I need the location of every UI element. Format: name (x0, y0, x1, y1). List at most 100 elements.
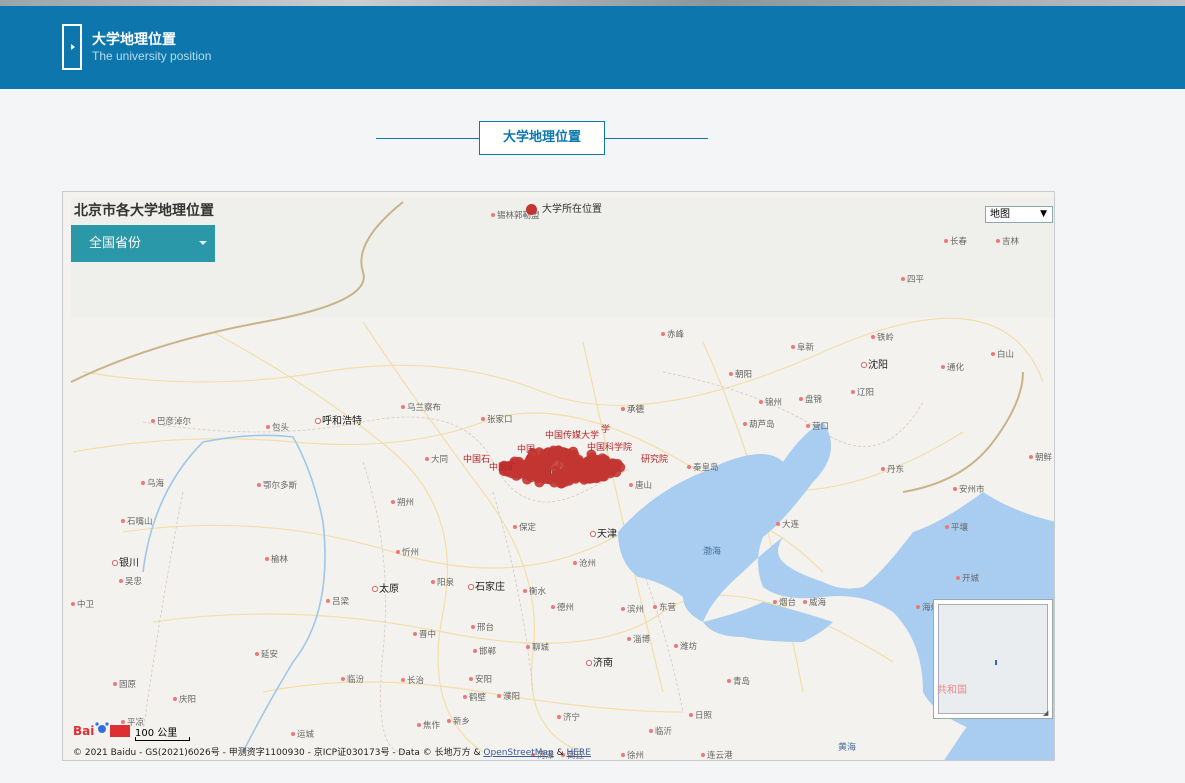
city-dot (901, 277, 905, 281)
city-label: 铁岭 (877, 332, 895, 343)
city-label: 丹东 (887, 464, 904, 475)
city-dot (674, 644, 678, 648)
city-label: 朝鲜 (1035, 452, 1053, 463)
city-label: 运城 (297, 730, 315, 740)
city-label: 临汾 (347, 674, 365, 685)
city-label: 平壤 (951, 522, 969, 533)
banner-subtitle: The university position (92, 49, 212, 63)
city-label: 连云港 (707, 750, 733, 761)
city-dot (991, 352, 995, 356)
city-label: 包头 (272, 422, 290, 433)
overview-map-view[interactable]: 共和国 (937, 604, 1048, 714)
overview-location-marker (995, 660, 997, 665)
university-marker[interactable] (534, 447, 545, 458)
dropdown-triangle-icon: ▼ (1040, 209, 1047, 219)
map-copyright: © 2021 Baidu - GS(2021)6026号 - 甲测资字11009… (73, 748, 591, 758)
city-label: 聊城 (532, 642, 550, 653)
university-marker[interactable] (560, 453, 571, 464)
university-marker[interactable] (583, 463, 594, 474)
university-marker[interactable] (530, 468, 541, 479)
city-label: 济南 (593, 656, 613, 669)
city-label: 潍坊 (680, 641, 698, 652)
huanghai-label: 黄海 (838, 741, 856, 753)
chevron-down-icon (199, 241, 207, 245)
legend-label: 大学所在位置 (542, 204, 602, 215)
city-dot (447, 719, 451, 723)
city-label: 大连 (782, 519, 800, 530)
city-dot (759, 400, 763, 404)
university-marker[interactable] (549, 447, 560, 458)
city-dot (341, 677, 345, 681)
city-dot (291, 732, 295, 736)
city-dot (627, 637, 631, 641)
city-dot (653, 605, 657, 609)
university-marker[interactable] (573, 454, 584, 465)
city-label: 秦皇岛 (693, 462, 719, 473)
university-marker[interactable] (532, 455, 542, 466)
city-dot (727, 679, 731, 683)
university-label: 中国 (517, 443, 535, 455)
city-dot (141, 481, 145, 485)
university-marker[interactable] (575, 471, 586, 482)
city-dot (121, 519, 125, 523)
city-label: 焦作 (423, 720, 441, 731)
city-dot (481, 417, 485, 421)
city-label: 晋中 (419, 629, 436, 640)
city-label: 日照 (695, 711, 713, 721)
city-dot (776, 522, 780, 526)
city-label: 太原 (379, 582, 399, 595)
city-dot (585, 659, 593, 667)
scale-bar (135, 737, 190, 741)
city-dot (799, 397, 803, 401)
city-label: 长春 (950, 236, 968, 247)
city-label: 鄂尔多斯 (263, 480, 298, 491)
city-dot (806, 424, 810, 428)
city-dot (551, 605, 555, 609)
city-label: 新乡 (453, 716, 470, 727)
city-dot (266, 425, 270, 429)
city-label: 开城 (962, 574, 980, 584)
map-title: 北京市各大学地理位置 (74, 203, 214, 219)
city-dot (497, 694, 501, 698)
map-type-select[interactable]: 地图 ▼ (985, 206, 1053, 223)
city-dot (431, 580, 435, 584)
city-dot (881, 467, 885, 471)
city-dot (729, 372, 733, 376)
city-label: 临沂 (655, 726, 673, 737)
city-label: 乌海 (147, 478, 165, 489)
city-dot (257, 483, 261, 487)
legend-dot-icon (526, 203, 537, 215)
university-marker[interactable] (540, 469, 551, 480)
here-link[interactable]: HERE (567, 748, 591, 758)
city-label: 保定 (519, 522, 537, 533)
overview-map[interactable]: 共和国 ◢ (933, 599, 1053, 719)
university-marker[interactable] (556, 473, 566, 484)
city-label: 青岛 (733, 676, 750, 687)
map-legend[interactable]: 大学所在位置 (526, 200, 602, 215)
city-dot (871, 335, 875, 339)
city-dot (791, 345, 795, 349)
map-panel[interactable]: 渤海 黄海 北京天津呼和浩特太原石家庄济南沈阳银川朝鲜巴彦淖尔包头乌兰察布张家口… (62, 191, 1055, 761)
base-map[interactable]: 渤海 黄海 北京天津呼和浩特太原石家庄济南沈阳银川朝鲜巴彦淖尔包头乌兰察布张家口… (63, 192, 1055, 761)
city-dot (661, 332, 665, 336)
city-dot (803, 600, 807, 604)
openstreetmap-link[interactable]: OpenStreetMap (483, 748, 553, 758)
city-dot (173, 697, 177, 701)
province-select[interactable]: 全国省份 (71, 225, 215, 262)
city-dot (621, 753, 625, 757)
city-label: 安州市 (959, 484, 985, 495)
city-dot (265, 557, 269, 561)
city-dot (491, 213, 495, 217)
university-marker[interactable] (594, 462, 605, 473)
city-dot (956, 576, 960, 580)
city-label: 白山 (997, 349, 1014, 360)
collapse-overview-icon[interactable]: ◢ (1043, 709, 1051, 717)
city-label: 邢台 (477, 622, 494, 633)
city-dot (401, 405, 405, 409)
city-label: 吕梁 (332, 597, 350, 607)
city-label: 德州 (557, 602, 574, 613)
city-dot (417, 723, 421, 727)
city-dot (944, 239, 948, 243)
city-label: 邯郸 (479, 646, 497, 657)
city-dot (773, 600, 777, 604)
